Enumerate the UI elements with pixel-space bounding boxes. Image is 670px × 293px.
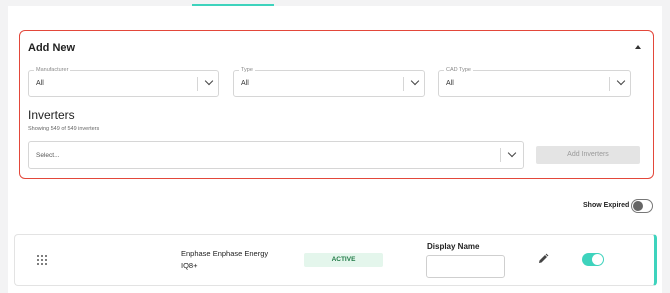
chevron-down-icon[interactable]: [204, 76, 214, 86]
inverter-row: Enphase Enphase Energy IQ8+ ACTIVE Displ…: [14, 234, 657, 286]
type-select[interactable]: Type All: [233, 66, 425, 97]
cad-type-select[interactable]: CAD Type All: [438, 66, 631, 97]
cad-type-legend: CAD Type: [444, 66, 473, 74]
select-divider: [609, 77, 610, 91]
select-divider: [197, 77, 198, 91]
active-tab-indicator: [192, 4, 274, 6]
select-divider: [403, 77, 404, 91]
chevron-down-icon[interactable]: [616, 76, 626, 86]
inverter-enabled-toggle[interactable]: [582, 253, 604, 266]
manufacturer-select[interactable]: Manufacturer All: [28, 66, 219, 97]
inverter-name: Enphase Enphase Energy IQ8+: [181, 249, 269, 270]
add-new-title: Add New: [28, 42, 76, 54]
inverter-select[interactable]: Select...: [28, 141, 524, 169]
status-badge: ACTIVE: [304, 253, 383, 267]
show-expired-toggle[interactable]: [631, 199, 653, 213]
show-expired-label: Show Expired: [583, 202, 630, 209]
chevron-down-icon[interactable]: [507, 148, 517, 158]
showing-count-text: Showing 549 of 549 inverters: [28, 126, 100, 132]
chevron-down-icon[interactable]: [410, 76, 420, 86]
display-name-input[interactable]: [426, 255, 505, 278]
manufacturer-value: All: [36, 80, 44, 87]
pencil-icon[interactable]: [537, 253, 549, 265]
toggle-knob: [633, 201, 643, 211]
add-new-panel: Add New Manufacturer All Type All CAD Ty…: [19, 30, 654, 179]
inverters-section-title: Inverters: [28, 108, 75, 122]
manufacturer-legend: Manufacturer: [34, 66, 71, 74]
add-inverters-button[interactable]: Add Inverters: [536, 146, 640, 164]
drag-handle-icon[interactable]: [37, 255, 47, 265]
select-divider: [500, 148, 501, 162]
caret-up-icon[interactable]: [635, 45, 641, 49]
page: Add New Manufacturer All Type All CAD Ty…: [0, 0, 670, 293]
type-legend: Type: [239, 66, 255, 74]
type-value: All: [241, 80, 249, 87]
inverter-select-placeholder: Select...: [36, 152, 60, 159]
display-name-label: Display Name: [427, 242, 480, 251]
cad-type-value: All: [446, 80, 454, 87]
toggle-knob: [592, 254, 603, 265]
